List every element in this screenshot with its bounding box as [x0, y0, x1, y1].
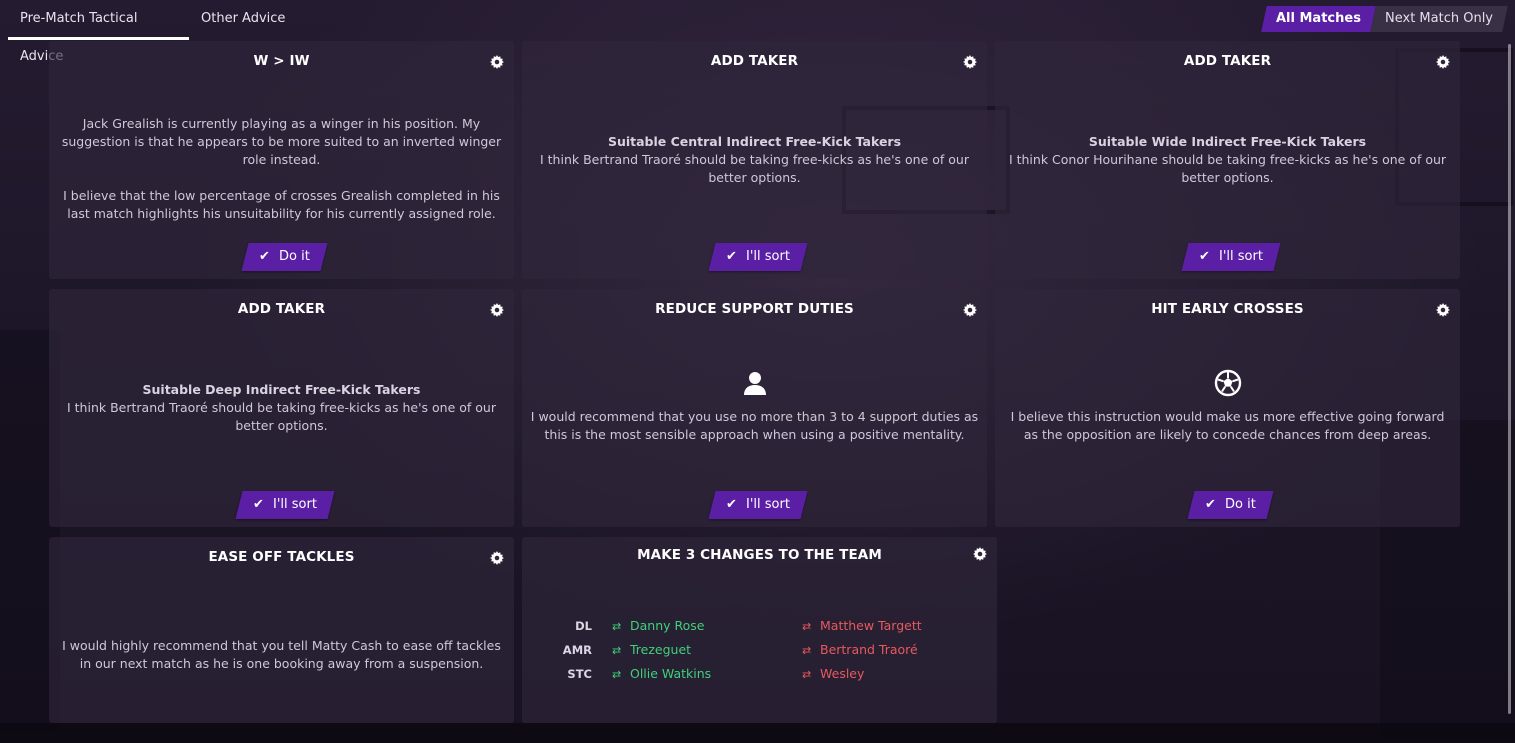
position-label: AMR	[562, 643, 592, 657]
advice-card-w-iw: W > IW Jack Grealish is currently playin…	[49, 41, 514, 279]
card-text: I would highly recommend that you tell M…	[57, 637, 506, 673]
check-icon: ✔	[259, 249, 270, 264]
advice-subtitle: Suitable Central Indirect Free-Kick Take…	[607, 134, 902, 149]
advice-card-make-changes: MAKE 3 CHANGES TO THE TEAM DL ⇄ Danny Ros…	[522, 537, 997, 723]
ill-sort-button[interactable]: ✔ I'll sort	[708, 491, 808, 519]
do-it-button[interactable]: ✔ Do it	[241, 243, 328, 271]
tab-other-advice[interactable]: Other Advice	[189, 0, 297, 40]
gear-icon[interactable]	[490, 303, 504, 317]
background-shape	[0, 723, 1515, 743]
card-title: W > IW	[253, 53, 310, 69]
position-label: DL	[575, 619, 592, 633]
player-in[interactable]: ⇄ Trezeguet	[612, 641, 691, 660]
card-text: I would recommend that you use no more t…	[530, 408, 979, 444]
player-in-name: Danny Rose	[630, 618, 705, 633]
card-title: ADD TAKER	[1183, 53, 1272, 69]
change-row: STC ⇄ Ollie Watkins ⇄ Wesley	[522, 665, 997, 683]
check-icon: ✔	[1199, 249, 1210, 264]
next-match-only-label: Next Match Only	[1385, 11, 1493, 26]
swap-out-icon: ⇄	[802, 620, 812, 633]
card-title: ADD TAKER	[237, 301, 326, 317]
football-icon	[1214, 369, 1241, 397]
card-text: I believe this instruction would make us…	[1003, 408, 1452, 444]
card-text: Suitable Central Indirect Free-Kick Take…	[530, 133, 979, 187]
tab-pre-match-tactical-advice[interactable]: Pre-Match Tactical Advice	[8, 0, 189, 64]
player-out-name: Bertrand Traoré	[820, 642, 918, 657]
card-text: Jack Grealish is currently playing as a …	[57, 115, 506, 223]
gear-icon[interactable]	[1436, 303, 1450, 317]
card-text: Suitable Wide Indirect Free-Kick Takers …	[1003, 133, 1452, 187]
advice-card-add-taker-deep: ADD TAKER Suitable Deep Indirect Free-Ki…	[49, 289, 514, 527]
advice-paragraph: I think Conor Hourihane should be taking…	[1008, 152, 1447, 185]
change-row: AMR ⇄ Trezeguet ⇄ Bertrand Traoré	[522, 641, 997, 659]
check-icon: ✔	[726, 249, 737, 264]
check-icon: ✔	[1205, 497, 1216, 512]
gear-icon[interactable]	[490, 551, 504, 565]
player-out-name: Wesley	[820, 666, 865, 681]
advice-card-reduce-support-duties: REDUCE SUPPORT DUTIES I would recommend …	[522, 289, 987, 527]
card-title: HIT EARLY CROSSES	[1151, 301, 1304, 317]
advice-subtitle: Suitable Wide Indirect Free-Kick Takers	[1088, 134, 1367, 149]
advice-paragraph: Jack Grealish is currently playing as a …	[61, 116, 502, 167]
player-in-name: Ollie Watkins	[630, 666, 712, 681]
button-label: Do it	[1225, 497, 1256, 512]
advice-card-add-taker-central: ADD TAKER Suitable Central Indirect Free…	[522, 41, 987, 279]
player-out[interactable]: ⇄ Bertrand Traoré	[802, 641, 918, 660]
advice-paragraph: I believe that the low percentage of cro…	[63, 188, 500, 221]
advice-paragraph: I think Bertrand Traoré should be taking…	[540, 152, 969, 185]
person-icon	[743, 372, 766, 395]
advice-card-ease-off-tackles: EASE OFF TACKLES I would highly recommen…	[49, 537, 514, 723]
advice-paragraph: I would highly recommend that you tell M…	[62, 638, 501, 671]
gear-icon[interactable]	[1436, 55, 1450, 69]
advice-paragraph: I believe this instruction would make us…	[1010, 409, 1445, 442]
button-label: I'll sort	[273, 497, 317, 512]
card-title: MAKE 3 CHANGES TO THE TEAM	[637, 547, 882, 563]
card-text: Suitable Deep Indirect Free-Kick Takers …	[57, 381, 506, 435]
button-label: I'll sort	[1219, 249, 1263, 264]
gear-icon[interactable]	[973, 547, 987, 561]
swap-out-icon: ⇄	[802, 668, 812, 681]
player-out[interactable]: ⇄ Wesley	[802, 665, 864, 684]
all-matches-label: All Matches	[1276, 11, 1361, 26]
gear-icon[interactable]	[963, 55, 977, 69]
button-label: I'll sort	[746, 249, 790, 264]
all-matches-button[interactable]: All Matches	[1261, 6, 1376, 32]
button-label: I'll sort	[746, 497, 790, 512]
card-title: ADD TAKER	[710, 53, 799, 69]
swap-in-icon: ⇄	[612, 668, 622, 681]
check-icon: ✔	[253, 497, 264, 512]
player-out[interactable]: ⇄ Matthew Targett	[802, 617, 922, 636]
advice-card-add-taker-wide: ADD TAKER Suitable Wide Indirect Free-Ki…	[995, 41, 1460, 279]
advice-tab-bar: Pre-Match Tactical Advice Other Advice A…	[0, 0, 1515, 64]
gear-icon[interactable]	[490, 55, 504, 69]
card-title: EASE OFF TACKLES	[208, 549, 355, 565]
advice-paragraph: I would recommend that you use no more t…	[530, 409, 979, 442]
do-it-button[interactable]: ✔ Do it	[1187, 491, 1274, 519]
advice-subtitle: Suitable Deep Indirect Free-Kick Takers	[142, 382, 421, 397]
player-in[interactable]: ⇄ Danny Rose	[612, 617, 704, 636]
match-filter-toggle: All Matches Next Match Only	[1261, 6, 1508, 32]
gear-icon[interactable]	[963, 303, 977, 317]
change-row: DL ⇄ Danny Rose ⇄ Matthew Targett	[522, 617, 997, 635]
position-label: STC	[567, 667, 592, 681]
swap-out-icon: ⇄	[802, 644, 812, 657]
check-icon: ✔	[726, 497, 737, 512]
advice-card-hit-early-crosses: HIT EARLY CROSSES I believe this instruc…	[995, 289, 1460, 527]
next-match-only-button[interactable]: Next Match Only	[1370, 6, 1508, 32]
scrollbar[interactable]	[1508, 44, 1511, 714]
ill-sort-button[interactable]: ✔ I'll sort	[235, 491, 335, 519]
player-in-name: Trezeguet	[630, 642, 692, 657]
ill-sort-button[interactable]: ✔ I'll sort	[708, 243, 808, 271]
swap-in-icon: ⇄	[612, 644, 622, 657]
player-out-name: Matthew Targett	[820, 618, 922, 633]
advice-paragraph: I think Bertrand Traoré should be taking…	[67, 400, 496, 433]
button-label: Do it	[279, 249, 310, 264]
player-in[interactable]: ⇄ Ollie Watkins	[612, 665, 711, 684]
card-title: REDUCE SUPPORT DUTIES	[655, 301, 854, 317]
ill-sort-button[interactable]: ✔ I'll sort	[1181, 243, 1281, 271]
swap-in-icon: ⇄	[612, 620, 622, 633]
